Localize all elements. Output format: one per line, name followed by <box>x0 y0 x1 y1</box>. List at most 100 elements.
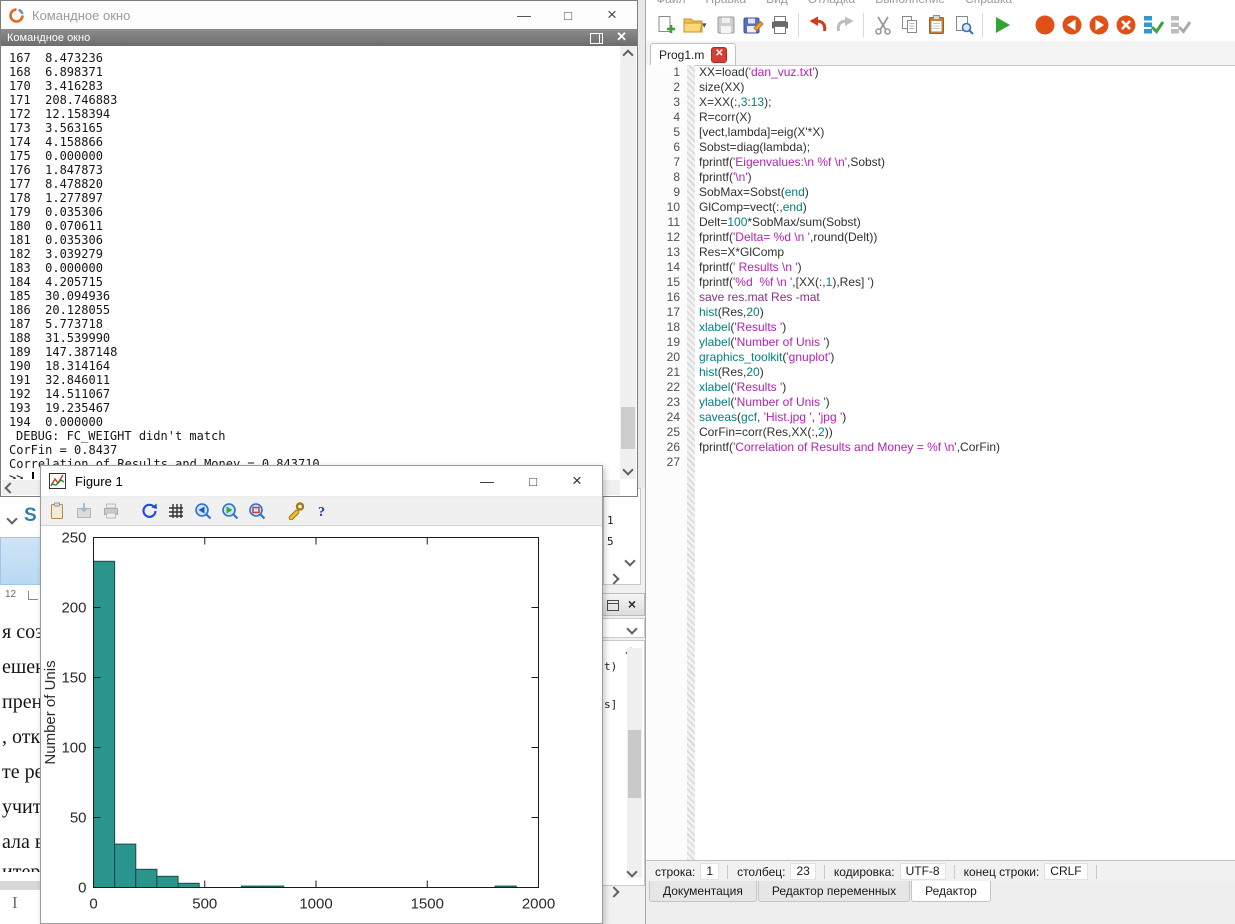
code-lines[interactable]: XX=load('dan_vuz.txt')size(XX)X=XX(:,3:1… <box>695 65 1235 860</box>
editor-tab-bar: Prog1.m ✕ <box>646 41 1235 66</box>
undo-icon[interactable] <box>804 12 831 39</box>
code-line: graphics_toolkit('gnuplot') <box>699 350 1235 365</box>
document-toolbar: S <box>0 497 44 537</box>
command-output-line: 172 12.158394 <box>9 107 620 121</box>
save-icon[interactable] <box>712 12 739 39</box>
scroll-right-icon[interactable] <box>608 886 619 897</box>
code-token: graphics_toolkit <box>699 350 782 364</box>
histogram-bar <box>136 869 157 887</box>
copy-icon[interactable] <box>45 499 69 523</box>
scroll-left-icon[interactable] <box>4 482 15 493</box>
close-button[interactable]: × <box>595 1 629 29</box>
export-icon[interactable] <box>72 499 96 523</box>
command-window-dock-bar[interactable]: Командное окно ✕ <box>1 29 637 46</box>
code-token: 'Delta= %d \n ' <box>733 230 810 244</box>
redo-icon[interactable] <box>831 12 858 39</box>
code-area[interactable]: 1234567891011121314151617181920212223242… <box>646 65 1235 860</box>
undock-icon[interactable] <box>590 33 603 44</box>
command-output-line: 191 32.846011 <box>9 373 620 387</box>
refresh-icon[interactable] <box>137 499 161 523</box>
command-output-line: 192 14.511067 <box>9 387 620 401</box>
ruler-mark <box>28 591 38 600</box>
run-icon[interactable] <box>988 12 1015 39</box>
document-highlight-block <box>0 537 44 585</box>
scroll-right-icon[interactable] <box>608 573 619 584</box>
workspace-tab-1[interactable]: Документация <box>649 881 757 902</box>
open-dropdown-icon[interactable]: ▾ <box>702 20 712 31</box>
remove-breakpoints-icon[interactable] <box>1112 12 1139 39</box>
panel-text-fragment: t) <box>604 660 617 673</box>
scrollbar-thumb[interactable] <box>628 730 641 798</box>
scroll-down-icon[interactable] <box>622 464 633 475</box>
scroll-up-icon[interactable] <box>622 49 633 60</box>
print-icon[interactable] <box>766 12 793 39</box>
command-window-titlebar[interactable]: Командное окно — □ × <box>1 1 637 29</box>
workspace-tab-2[interactable]: Редактор переменных <box>758 881 910 902</box>
close-icon[interactable]: × <box>628 596 636 612</box>
menu-Вид[interactable]: Вид <box>766 0 788 6</box>
command-output[interactable]: 167 8.473236168 6.898371170 3.416283171 … <box>1 46 620 479</box>
code-token: hist <box>699 365 718 379</box>
workspace-tab-3[interactable]: Редактор <box>911 881 991 902</box>
find-icon[interactable] <box>950 12 977 39</box>
autoscale-icon[interactable] <box>245 499 269 523</box>
background-dock-bar: × <box>601 593 645 616</box>
cut-icon[interactable] <box>869 12 896 39</box>
breakpoint-margin[interactable] <box>687 65 695 860</box>
settings-icon[interactable] <box>283 499 307 523</box>
background-scrollbar[interactable] <box>627 648 642 878</box>
y-tick-label: 0 <box>78 880 86 897</box>
menu-Выполнение[interactable]: Выполнение <box>875 0 945 6</box>
background-dropdown[interactable] <box>601 618 645 638</box>
figure-titlebar[interactable]: Figure 1 — □ × <box>41 466 602 497</box>
code-token: ' Results \n ' <box>733 260 798 274</box>
status-label: столбец: <box>737 865 785 879</box>
close-button[interactable]: × <box>562 466 592 496</box>
menu-Правка[interactable]: Правка <box>706 0 747 6</box>
step-icon[interactable] <box>1139 12 1166 39</box>
grid-icon[interactable] <box>164 499 188 523</box>
vertical-scrollbar[interactable] <box>620 46 636 479</box>
minimize-button[interactable]: — <box>472 466 502 496</box>
command-output-line: 168 6.898371 <box>9 65 620 79</box>
workspace-tabs: ДокументацияРедактор переменныхРедактор <box>646 881 1235 924</box>
copy-icon[interactable] <box>896 12 923 39</box>
code-line: ylabel('Number of Unis ') <box>699 335 1235 350</box>
menu-Файл[interactable]: Файл <box>656 0 686 6</box>
tab-close-icon[interactable]: ✕ <box>711 47 727 63</box>
code-token: ) <box>815 65 819 79</box>
toggle-breakpoint-icon[interactable] <box>1031 12 1058 39</box>
close-icon[interactable]: ✕ <box>616 29 627 45</box>
zoom-next-icon[interactable] <box>218 499 242 523</box>
help-icon[interactable]: ? <box>310 499 334 523</box>
line-number: 2 <box>646 80 680 95</box>
scroll-down-icon[interactable] <box>624 555 635 566</box>
minimize-button[interactable]: — <box>507 1 541 29</box>
code-line: fprintf('Delta= %d \n ',round(Delt)) <box>699 230 1235 245</box>
undock-icon[interactable] <box>607 600 619 611</box>
code-token: ,round(Delt)) <box>810 230 877 244</box>
code-token: fprintf( <box>699 155 733 169</box>
previous-breakpoint-icon[interactable] <box>1058 12 1085 39</box>
maximize-button[interactable]: □ <box>518 466 548 496</box>
command-output-line: 177 8.478820 <box>9 177 620 191</box>
new-script-icon[interactable] <box>652 12 679 39</box>
maximize-button[interactable]: □ <box>551 1 585 29</box>
menu-Справка[interactable]: Справка <box>965 0 1012 6</box>
paste-icon[interactable] <box>923 12 950 39</box>
zoom-previous-icon[interactable] <box>191 499 215 523</box>
status-label: строка: <box>655 865 695 879</box>
tab-prog1[interactable]: Prog1.m ✕ <box>650 43 736 65</box>
next-breakpoint-icon[interactable] <box>1085 12 1112 39</box>
histogram-bar <box>94 561 115 887</box>
line-number: 8 <box>646 170 680 185</box>
code-line: saveas(gcf, 'Hist.jpg ', 'jpg ') <box>699 410 1235 425</box>
save-as-icon[interactable] <box>739 12 766 39</box>
chevron-down-icon <box>626 623 637 634</box>
step-out-icon[interactable] <box>1166 12 1193 39</box>
figure-icon <box>49 473 66 489</box>
scrollbar-thumb[interactable] <box>621 407 635 449</box>
print-icon[interactable] <box>99 499 123 523</box>
code-token: , <box>757 410 764 424</box>
menu-Отладка[interactable]: Отладка <box>808 0 855 6</box>
